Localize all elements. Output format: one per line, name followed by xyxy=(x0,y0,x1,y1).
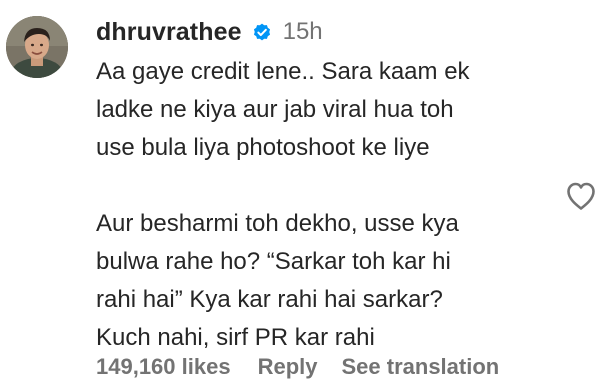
comment-line: Aur besharmi toh dekho, usse kya xyxy=(96,210,459,237)
comment-line: rahi hai” Kya kar rahi hai sarkar? xyxy=(96,286,443,313)
username[interactable]: dhruvrathee xyxy=(96,18,242,47)
comment-header: dhruvrathee 15h xyxy=(96,12,323,52)
comment-text: Aa gaye credit lene.. Sara kaam ek ladke… xyxy=(96,53,536,357)
likes-count[interactable]: 149,160 likes xyxy=(96,354,231,380)
comment-line-blank xyxy=(96,167,536,205)
comment-line: Aa gaye credit lene.. Sara kaam ek xyxy=(96,58,470,85)
comment-line: ladke ne kiya aur jab viral hua toh xyxy=(96,96,454,123)
verified-badge-icon xyxy=(251,21,273,43)
comment-line: bulwa rahe ho? “Sarkar toh kar hi xyxy=(96,248,451,275)
reply-button[interactable]: Reply xyxy=(258,354,318,380)
heart-outline-icon[interactable] xyxy=(565,181,597,211)
avatar-image xyxy=(6,16,68,78)
see-translation-button[interactable]: See translation xyxy=(342,354,500,380)
comment: dhruvrathee 15h Aa gaye credit lene.. Sa… xyxy=(0,0,610,383)
comment-line: Kuch nahi, sirf PR kar rahi xyxy=(96,324,375,351)
comment-line: use bula liya photoshoot ke liye xyxy=(96,134,430,161)
avatar[interactable] xyxy=(6,16,68,78)
timestamp[interactable]: 15h xyxy=(283,18,323,46)
comment-footer: 149,160 likes Reply See translation xyxy=(96,354,499,380)
